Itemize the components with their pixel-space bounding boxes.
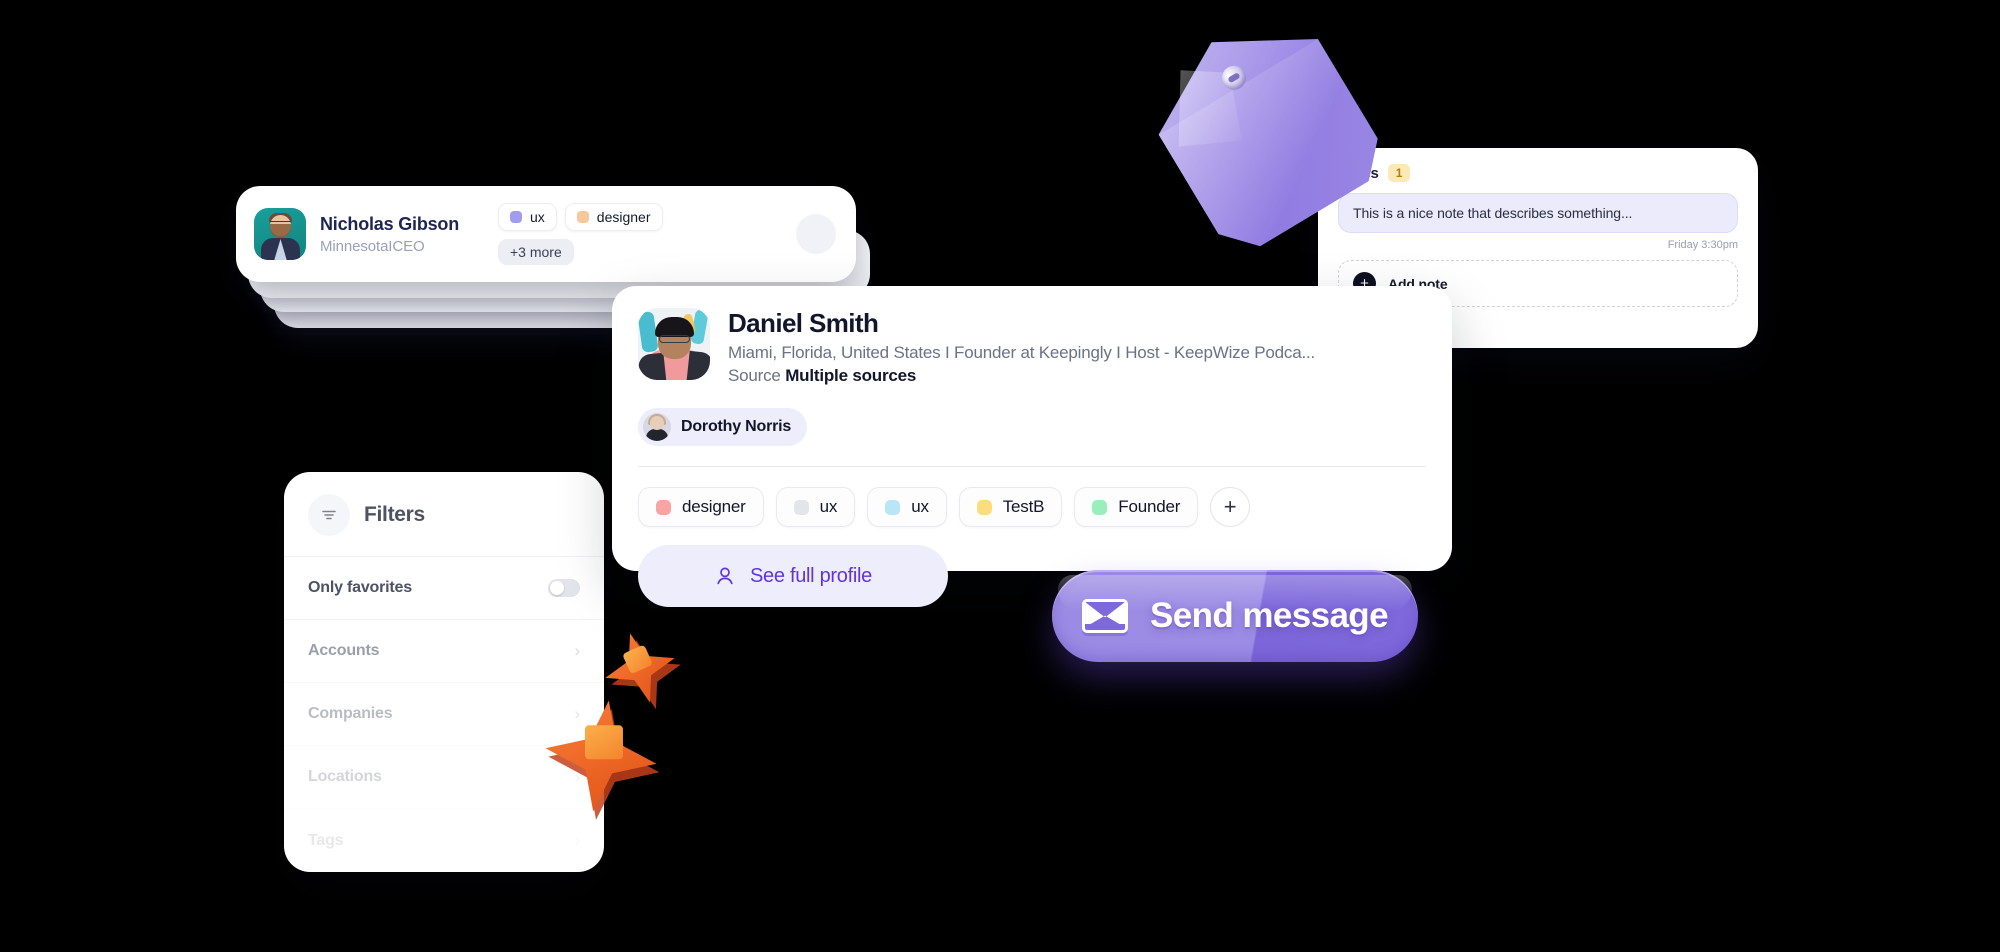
tag-label: designer xyxy=(682,497,746,516)
filter-row-only-favorites[interactable]: Only favorites xyxy=(284,557,604,620)
tag-color-dot xyxy=(510,211,522,223)
filters-header: Filters xyxy=(284,472,604,557)
filter-label: Companies xyxy=(308,705,393,722)
tag-color-dot xyxy=(793,499,809,515)
contact-meta: Nicholas Gibson MinnesotaICEO xyxy=(320,214,470,255)
tag-pill[interactable]: ux xyxy=(498,203,557,231)
tag-color-dot xyxy=(656,499,671,515)
see-full-profile-button[interactable]: See full profile xyxy=(638,545,948,607)
divider xyxy=(638,466,1426,467)
source-value: Multiple sources xyxy=(785,366,917,385)
chevron-right-icon: › xyxy=(574,641,581,660)
filters-panel: Filters Only favorites Accounts › Compan… xyxy=(284,472,604,872)
tag-color-dot xyxy=(885,499,901,515)
send-message-button[interactable]: Send message xyxy=(1052,570,1418,662)
profile-header: Daniel Smith Miami, Florida, United Stat… xyxy=(638,308,1426,386)
tag-label: TestB xyxy=(1002,497,1045,516)
profile-source: Source Multiple sources xyxy=(728,366,1315,386)
see-full-profile-label: See full profile xyxy=(750,564,872,587)
tag-pill-founder[interactable]: Founder xyxy=(1074,487,1199,527)
only-favorites-toggle[interactable] xyxy=(548,579,580,597)
filter-label: Accounts xyxy=(308,642,380,659)
tag-pill-designer[interactable]: designer xyxy=(638,487,764,527)
star-3d-decoration-small xyxy=(595,623,684,712)
owner-chip[interactable]: Dorothy Norris xyxy=(638,408,808,446)
tag-pill-ux-grey[interactable]: ux xyxy=(775,487,856,527)
tag-color-dot xyxy=(576,211,589,223)
tag-pill[interactable]: designer xyxy=(564,203,663,231)
envelope-icon xyxy=(1082,599,1129,633)
filter-icon xyxy=(308,494,350,536)
user-icon xyxy=(717,567,733,585)
contact-tags: ux designer +3 more xyxy=(498,203,663,265)
tag-label: ux xyxy=(911,497,929,516)
notes-header: Notes 1 xyxy=(1338,164,1738,182)
contact-subtitle: MinnesotaICEO xyxy=(320,237,425,255)
tags-row: designer ux ux TestB Founder + xyxy=(638,487,1426,527)
avatar xyxy=(638,308,710,380)
tag-pill-ux-blue[interactable]: ux xyxy=(867,487,947,527)
hero-composition: Nicholas Gibson MinnesotaICEO ux designe… xyxy=(0,0,2000,952)
contact-card-nicholas-gibson[interactable]: Nicholas Gibson MinnesotaICEO ux designe… xyxy=(236,186,856,282)
sidebar-item-accounts[interactable]: Accounts › xyxy=(284,620,604,683)
chevron-right-icon: › xyxy=(574,830,581,850)
star-3d-decoration-large xyxy=(538,693,664,819)
filters-title: Filters xyxy=(364,503,425,526)
filter-label: Tags xyxy=(308,831,344,849)
note-item[interactable]: This is a nice note that describes somet… xyxy=(1338,193,1738,233)
tag-label: designer xyxy=(596,209,651,225)
filter-label: Locations xyxy=(308,768,382,785)
avatar xyxy=(643,413,671,441)
sidebar-item-tags[interactable]: Tags › xyxy=(284,809,604,872)
contact-name: Nicholas Gibson xyxy=(320,213,460,234)
plus-icon[interactable]: + xyxy=(1210,487,1251,527)
page-title: Daniel Smith xyxy=(728,308,879,338)
tag-color-dot xyxy=(976,499,992,515)
tag-pill-testb[interactable]: TestB xyxy=(958,487,1063,527)
profile-text-block: Daniel Smith Miami, Florida, United Stat… xyxy=(728,308,1315,386)
avatar-placeholder-circle xyxy=(796,214,836,254)
tag-label: Founder xyxy=(1118,497,1181,516)
avatar xyxy=(254,208,306,260)
send-message-label: Send message xyxy=(1150,596,1389,635)
tag-label: ux xyxy=(819,497,838,516)
tag-color-dot xyxy=(1092,499,1108,515)
source-label: Source xyxy=(728,366,781,385)
profile-subtitle: Miami, Florida, United States I Founder … xyxy=(728,343,1316,362)
note-timestamp: Friday 3:30pm xyxy=(1667,239,1738,251)
tag-label: ux xyxy=(530,209,545,225)
owner-name: Dorothy Norris xyxy=(681,418,792,435)
profile-card: Daniel Smith Miami, Florida, United Stat… xyxy=(612,286,1452,607)
more-tags-badge[interactable]: +3 more xyxy=(498,239,574,265)
filter-label: Only favorites xyxy=(308,579,412,596)
